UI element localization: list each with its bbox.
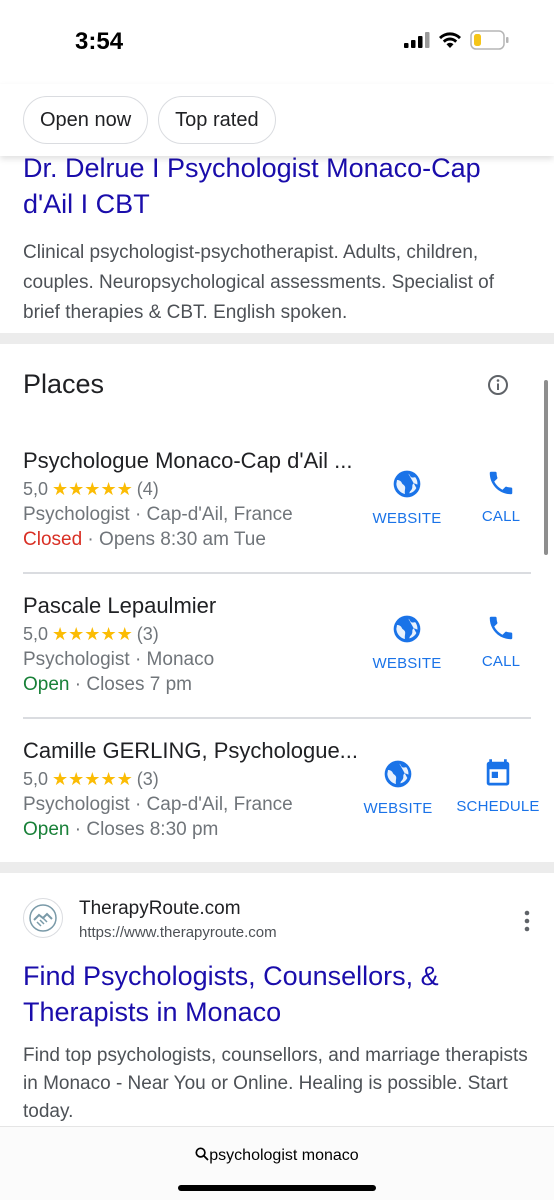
call-button[interactable]: CALL: [467, 468, 535, 525]
status-closed: Closed: [23, 529, 83, 550]
calendar-icon: [486, 759, 510, 786]
place-rating: 5,0 ★★★★★ (3): [23, 624, 159, 645]
website-button[interactable]: WEBSITE: [357, 758, 439, 817]
search-result-2: TherapyRoute.com https://www.therapyrout…: [0, 896, 554, 1126]
schedule-button[interactable]: SCHEDULE: [452, 758, 544, 815]
divider: [23, 572, 531, 574]
info-icon[interactable]: [487, 374, 509, 396]
hours-text: · Opens 8:30 am Tue: [82, 529, 266, 550]
place-category: Psychologist · Cap-d'Ail, France: [23, 794, 293, 815]
place-rating: 5,0 ★★★★★ (3): [23, 769, 159, 790]
star-rating-icon: ★★★★★: [52, 769, 133, 789]
website-label: WEBSITE: [363, 800, 433, 817]
place-name[interactable]: Camille GERLING, Psychologue...: [23, 738, 358, 764]
phone-icon: [489, 471, 513, 495]
status-time: 3:54: [75, 28, 124, 55]
handshake-logo-icon: [29, 904, 57, 932]
globe-icon: [384, 760, 412, 788]
places-section: Places: [0, 345, 554, 425]
website-label: WEBSITE: [372, 510, 442, 527]
website-button[interactable]: WEBSITE: [366, 468, 448, 527]
filter-chips-bar: Open now Top rated: [0, 84, 554, 156]
places-title: Places: [23, 369, 105, 399]
search-icon: [195, 1147, 209, 1161]
status-bar: 3:54: [0, 0, 554, 84]
result-snippet: Find top psychologists, counsellors, and…: [23, 1045, 528, 1122]
hours-text: · Closes 8:30 pm: [69, 819, 219, 840]
place-name[interactable]: Pascale Lepaulmier: [23, 593, 216, 619]
scrollbar[interactable]: [544, 380, 548, 555]
status-open: Open: [23, 819, 70, 840]
result-snippet: Clinical psychologist-psychotherapist. A…: [23, 242, 495, 323]
place-rating: 5,0 ★★★★★ (4): [23, 479, 159, 500]
place-hours: Closed · Opens 8:30 am Tue: [23, 529, 266, 551]
section-divider: [0, 333, 554, 344]
call-label: CALL: [481, 508, 521, 525]
call-label: CALL: [481, 653, 521, 670]
chip-open-now[interactable]: Open now: [23, 96, 149, 144]
call-button[interactable]: CALL: [467, 613, 535, 670]
divider: [23, 717, 531, 719]
globe-icon: [393, 615, 421, 643]
home-indicator[interactable]: [178, 1185, 376, 1191]
chip-top-rated[interactable]: Top rated: [158, 96, 276, 144]
place-listing[interactable]: Pascale Lepaulmier 5,0 ★★★★★ (3) Psychol…: [0, 575, 554, 720]
place-category: Psychologist · Monaco: [23, 649, 215, 670]
rating-value: 5,0: [23, 769, 49, 789]
star-rating-icon: ★★★★★: [52, 624, 133, 644]
place-listing[interactable]: Psychologue Monaco-Cap d'Ail ... 5,0 ★★★…: [0, 430, 554, 575]
search-query-text: psychologist monaco: [209, 1147, 359, 1164]
place-listing[interactable]: Camille GERLING, Psychologue... 5,0 ★★★★…: [0, 720, 554, 865]
star-rating-icon: ★★★★★: [52, 479, 133, 499]
review-count: (3): [136, 624, 159, 644]
place-category: Psychologist · Cap-d'Ail, France: [23, 504, 293, 525]
more-vert-icon[interactable]: [523, 910, 531, 932]
hours-text: · Closes 7 pm: [69, 674, 192, 695]
rating-value: 5,0: [23, 624, 49, 644]
review-count: (4): [136, 479, 159, 499]
website-button[interactable]: WEBSITE: [366, 613, 448, 672]
result-title-link[interactable]: Dr. Delrue I Psychologist Monaco-Cap d'A…: [23, 150, 531, 222]
globe-icon: [393, 470, 421, 498]
cellular-signal-icon: [404, 32, 430, 48]
section-divider: [0, 862, 554, 873]
rating-value: 5,0: [23, 479, 49, 499]
status-open: Open: [23, 674, 70, 695]
battery-icon: [470, 30, 509, 50]
site-header[interactable]: TherapyRoute.com https://www.therapyrout…: [23, 896, 531, 944]
phone-icon: [489, 616, 513, 640]
place-hours: Open · Closes 7 pm: [23, 674, 192, 696]
review-count: (3): [136, 769, 159, 789]
place-name[interactable]: Psychologue Monaco-Cap d'Ail ...: [23, 448, 352, 474]
address-field[interactable]: psychologist monaco: [0, 1147, 554, 1165]
site-favicon: [23, 898, 63, 938]
site-name: TherapyRoute.com: [79, 898, 241, 919]
place-hours: Open · Closes 8:30 pm: [23, 819, 218, 841]
website-label: WEBSITE: [372, 655, 442, 672]
search-result-1: Dr. Delrue I Psychologist Monaco-Cap d'A…: [0, 150, 554, 328]
browser-address-bar[interactable]: psychologist monaco: [0, 1126, 554, 1200]
places-header: Places: [0, 345, 554, 425]
result-title-link[interactable]: Find Psychologists, Counsellors, & Thera…: [23, 958, 531, 1030]
schedule-label: SCHEDULE: [456, 798, 540, 815]
site-url: https://www.therapyroute.com: [79, 924, 277, 941]
status-icons: [404, 30, 510, 50]
wifi-icon: [439, 32, 461, 48]
